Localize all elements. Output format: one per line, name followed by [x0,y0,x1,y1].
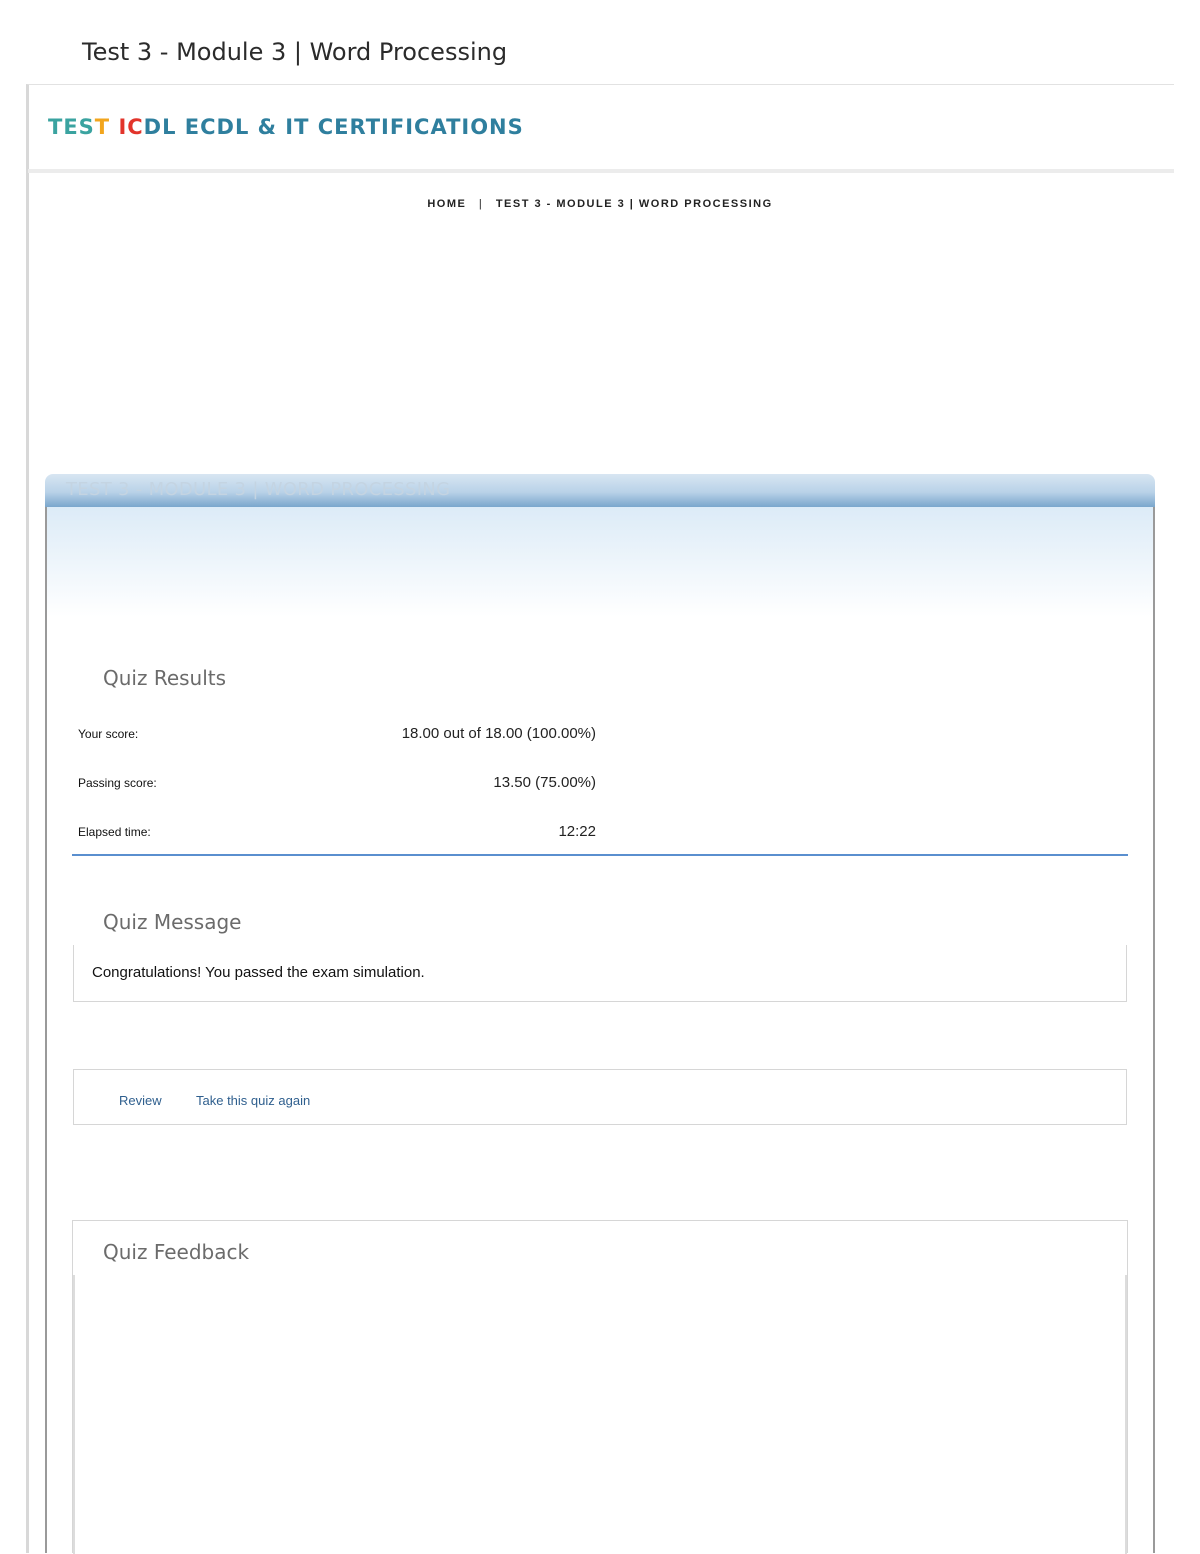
passing-score-label: Passing score: [78,776,157,790]
breadcrumb-separator: | [478,198,484,210]
breadcrumb-home-link[interactable]: HOME [427,198,466,210]
quiz-panel-title: TEST 3 - MODULE 3 | WORD PROCESSING [66,479,451,500]
quiz-feedback-content [73,1275,1127,1554]
site-logo-text[interactable]: TEST ICDL ECDL & IT CERTIFICATIONS [48,115,524,139]
site-header: TEST ICDL ECDL & IT CERTIFICATIONS [28,85,1174,173]
quiz-results-heading: Quiz Results [103,666,227,690]
brand-part-2: T [94,115,111,139]
results-divider [72,854,1128,856]
quiz-message-heading: Quiz Message [103,910,242,934]
quiz-panel-header: TEST 3 - MODULE 3 | WORD PROCESSING [45,474,1155,507]
quiz-message-text: Congratulations! You passed the exam sim… [92,964,425,981]
take-quiz-again-link[interactable]: Take this quiz again [196,1093,310,1108]
document-title: Test 3 - Module 3 | Word Processing [82,38,508,66]
quiz-feedback-heading: Quiz Feedback [103,1240,250,1264]
your-score-value: 18.00 out of 18.00 (100.00%) [401,725,596,742]
elapsed-time-value: 12:22 [558,823,596,840]
breadcrumb: HOME | TEST 3 - MODULE 3 | WORD PROCESSI… [0,198,1200,210]
elapsed-time-label: Elapsed time: [78,825,151,839]
brand-part-3: IC [118,115,144,139]
quiz-feedback-box: Quiz Feedback [72,1220,1128,1554]
brand-part-4: DL ECDL & IT CERTIFICATIONS [143,115,524,139]
quiz-message-box: Congratulations! You passed the exam sim… [73,945,1127,1002]
quiz-actions-box: Review Take this quiz again [73,1069,1127,1125]
review-link[interactable]: Review [119,1093,162,1108]
brand-part-1: TES [48,115,95,139]
your-score-label: Your score: [78,727,139,741]
breadcrumb-current: TEST 3 - MODULE 3 | WORD PROCESSING [495,198,773,210]
passing-score-value: 13.50 (75.00%) [493,774,596,791]
